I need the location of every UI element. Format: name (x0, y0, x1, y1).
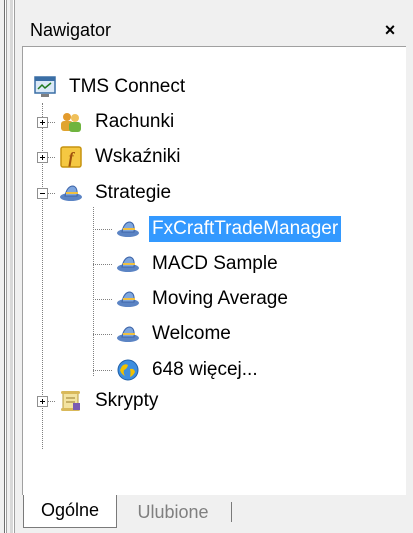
panel-titlebar[interactable]: Nawigator × (22, 15, 406, 46)
terminal-icon (32, 74, 58, 100)
close-button[interactable]: × (380, 19, 400, 41)
tree-item-strategie[interactable]: Strategie (58, 178, 174, 208)
tree-item-label: Welcome (152, 323, 231, 344)
tree-item-label: Moving Average (152, 288, 288, 309)
expand-skrypty-toggle[interactable] (37, 396, 48, 407)
expert-hat-icon (115, 321, 141, 347)
tree-item-label: Skrypty (95, 390, 159, 411)
tree-item-label: Strategie (95, 182, 172, 203)
tree-item-label: Rachunki (95, 111, 175, 132)
window-splitter[interactable] (0, 0, 22, 533)
tree-item-welcome[interactable]: Welcome (115, 319, 234, 349)
tree-item-label: Wskaźniki (95, 146, 181, 167)
panel-tab-bar: Ogólne Ulubione (22, 495, 406, 533)
tree-item-label: FxCraftTradeManager (149, 216, 342, 242)
navigator-panel: Nawigator × TMS Connect Rachunki f Wskaź… (22, 15, 406, 533)
scripts-icon (58, 388, 84, 414)
tree-item-label: TMS Connect (69, 76, 186, 97)
tree-item-label: MACD Sample (152, 253, 278, 274)
expert-hat-icon (115, 216, 141, 242)
expert-hat-icon (115, 286, 141, 312)
indicators-icon: f (58, 144, 84, 170)
tree-item-rachunki[interactable]: Rachunki (58, 107, 177, 137)
tree-item-fxcrafttrademanager[interactable]: FxCraftTradeManager (115, 214, 342, 244)
navigator-tree[interactable]: TMS Connect Rachunki f Wskaźniki Strateg… (22, 46, 406, 495)
tree-item-macd-sample[interactable]: MACD Sample (115, 249, 281, 279)
expand-wskazniki-toggle[interactable] (37, 152, 48, 163)
expert-hat-icon (115, 251, 141, 277)
tab-ogolne[interactable]: Ogólne (23, 495, 117, 528)
tree-item-tms-connect[interactable]: TMS Connect (32, 72, 188, 102)
globe-icon (115, 357, 141, 383)
expand-rachunki-toggle[interactable] (37, 117, 48, 128)
tab-ulubione[interactable]: Ulubione (130, 499, 216, 527)
tree-item-moving-average[interactable]: Moving Average (115, 284, 291, 314)
tree-item-more[interactable]: 648 więcej... (115, 355, 261, 385)
expert-hat-icon (58, 180, 84, 206)
collapse-strategie-toggle[interactable] (37, 188, 48, 199)
tree-item-skrypty[interactable]: Skrypty (58, 386, 161, 416)
tree-item-label: 648 więcej... (152, 359, 258, 380)
tree-item-wskazniki[interactable]: f Wskaźniki (58, 142, 184, 172)
accounts-icon (58, 109, 84, 135)
tab-separator (231, 502, 232, 522)
panel-title: Nawigator (30, 20, 112, 40)
